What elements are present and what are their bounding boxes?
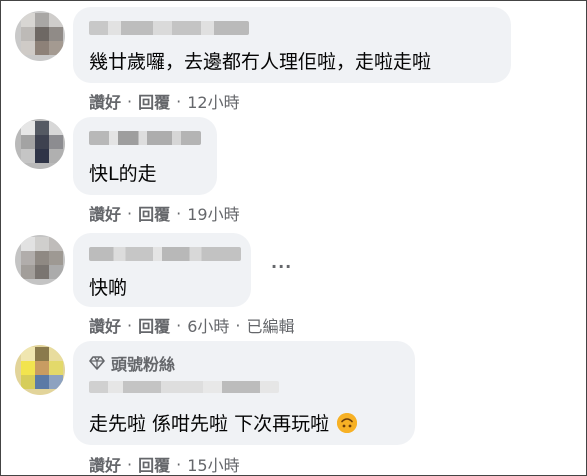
avatar[interactable] [15,11,65,61]
comment-actions: 讚好 · 回覆 · 19小時 [89,201,240,225]
separator: · [176,454,182,474]
comment-actions: 讚好 · 回覆 · 15小時 [89,452,240,476]
comment-bubble: 快啲 [73,233,251,307]
separator: · [235,315,241,335]
timestamp[interactable]: 19小時 [187,201,239,225]
edited-label[interactable]: 已編輯 [247,313,295,337]
comment-text: 走先啦 係咁先啦 下次再玩啦 [89,409,358,436]
reply-button[interactable]: 回覆 [138,89,170,113]
separator: · [176,91,182,111]
reply-button[interactable]: 回覆 [138,452,170,476]
separator: · [127,315,133,335]
avatar[interactable] [15,235,65,285]
comment-bubble: 快L的走 [73,117,217,195]
timestamp[interactable]: 12小時 [187,89,239,113]
comment-text-content: 走先啦 係咁先啦 下次再玩啦 [89,413,330,435]
reply-button[interactable]: 回覆 [138,313,170,337]
author-name-blurred[interactable] [89,21,249,35]
separator: · [127,91,133,111]
upside-down-face-emoji-icon [337,413,358,433]
like-button[interactable]: 讚好 [89,89,121,113]
comment-actions: 讚好 · 回覆 · 6小時 · 已編輯 [89,313,295,337]
diamond-icon [89,356,105,370]
comment-text: 幾廿歲囉，去邊都冇人理佢啦，走啦走啦 [89,51,432,73]
top-fan-badge[interactable]: 頭號粉絲 [89,351,175,375]
author-name-blurred[interactable] [89,381,279,393]
comment-text: 快L的走 [89,163,157,185]
separator: · [127,454,133,474]
separator: · [127,203,133,223]
avatar[interactable] [15,119,65,169]
comment-bubble: 幾廿歲囉，去邊都冇人理佢啦，走啦走啦 [73,7,511,83]
badge-label: 頭號粉絲 [111,355,176,374]
author-name-blurred[interactable] [89,131,201,145]
like-button[interactable]: 讚好 [89,313,121,337]
comment-text: 快啲 [89,277,128,299]
reply-button[interactable]: 回覆 [138,201,170,225]
timestamp[interactable]: 6小時 [187,313,229,337]
separator: · [176,315,182,335]
like-button[interactable]: 讚好 [89,452,121,476]
separator: · [176,203,182,223]
author-name-blurred[interactable] [89,247,241,261]
more-options-icon[interactable]: ··· [271,257,292,276]
like-button[interactable]: 讚好 [89,201,121,225]
comment-actions: 讚好 · 回覆 · 12小時 [89,89,240,113]
comment-bubble: 頭號粉絲 走先啦 係咁先啦 下次再玩啦 [73,341,415,445]
timestamp[interactable]: 15小時 [187,452,239,476]
avatar[interactable] [15,345,65,395]
